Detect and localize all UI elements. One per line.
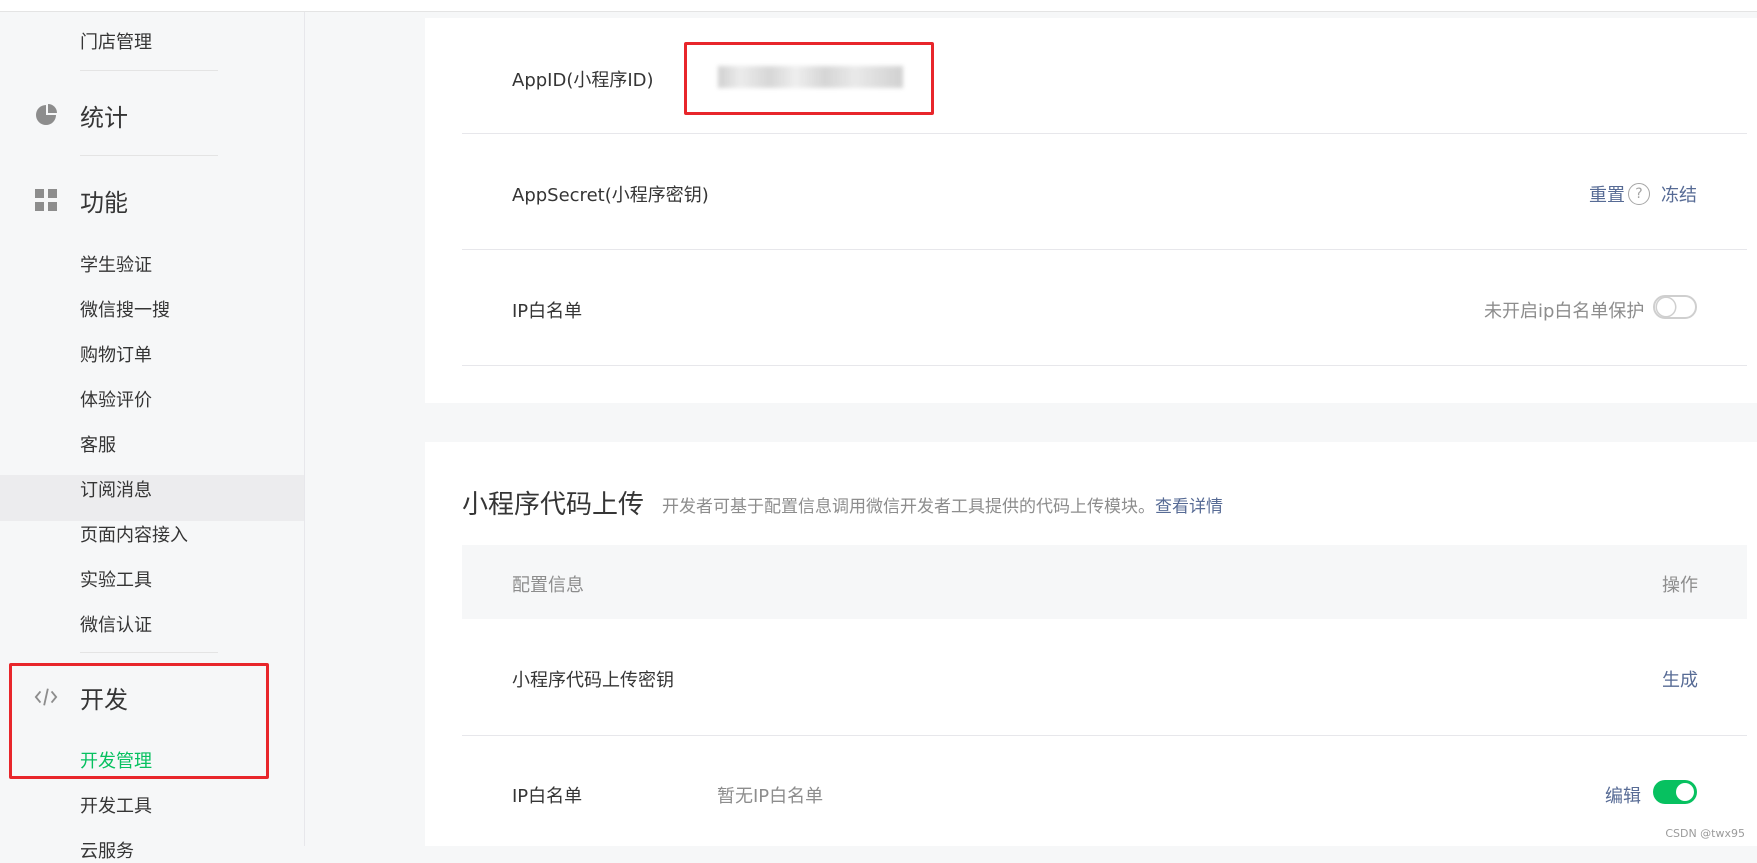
freeze-link[interactable]: 冻结 [1661, 181, 1697, 207]
appsecret-label: AppSecret(小程序密钥) [512, 181, 709, 207]
sidebar-group-stats[interactable]: 统计 [34, 95, 128, 135]
sidebar-group-label: 功能 [80, 183, 128, 218]
sidebar-item-page-content-access[interactable]: 页面内容接入 [80, 521, 188, 547]
row-divider [462, 735, 1747, 736]
reset-link[interactable]: 重置 [1589, 181, 1625, 207]
section-description: 开发者可基于配置信息调用微信开发者工具提供的代码上传模块。查看详情 [662, 492, 1223, 517]
upload-key-label: 小程序代码上传密钥 [512, 666, 674, 692]
sidebar-item-store-management[interactable]: 门店管理 [80, 28, 152, 54]
annotation-box-dev [9, 663, 269, 779]
row-divider [462, 365, 1747, 366]
annotation-box-appid [684, 42, 934, 115]
appid-label: AppID(小程序ID) [512, 66, 654, 92]
sidebar-item-shopping-orders[interactable]: 购物订单 [80, 341, 152, 367]
grid-icon [34, 188, 58, 212]
sidebar-item-experience-rating[interactable]: 体验评价 [80, 386, 152, 412]
section-description-text: 开发者可基于配置信息调用微信开发者工具提供的代码上传模块。 [662, 497, 1155, 517]
row-divider [462, 133, 1747, 134]
sidebar-item-wechat-search[interactable]: 微信搜一搜 [80, 296, 170, 322]
help-icon[interactable]: ? [1628, 183, 1650, 205]
column-action: 操作 [1662, 571, 1698, 597]
edit-link[interactable]: 编辑 [1605, 782, 1641, 808]
sidebar-group-label: 统计 [80, 98, 128, 133]
sidebar-item-cloud-service[interactable]: 云服务 [80, 837, 134, 863]
column-config-info: 配置信息 [512, 571, 584, 597]
view-details-link[interactable]: 查看详情 [1155, 497, 1223, 517]
sidebar-divider [80, 70, 218, 71]
sidebar-item-customer-service[interactable]: 客服 [80, 431, 116, 457]
sidebar-divider [80, 155, 218, 156]
ip-whitelist-label: IP白名单 [512, 297, 582, 323]
generate-link[interactable]: 生成 [1662, 666, 1698, 692]
ip-protect-status: 未开启ip白名单保护 [1484, 297, 1644, 323]
upload-ip-whitelist-value: 暂无IP白名单 [717, 782, 823, 808]
row-divider [462, 249, 1747, 250]
sidebar-item-dev-tools[interactable]: 开发工具 [80, 792, 152, 818]
browser-bookmarks-bar [0, 0, 1757, 12]
sidebar-item-student-verify[interactable]: 学生验证 [80, 251, 152, 277]
sidebar-group-features[interactable]: 功能 [34, 180, 128, 220]
sidebar-item-experiment-tools[interactable]: 实验工具 [80, 566, 152, 592]
sidebar-hover-highlight [0, 475, 304, 521]
toggle-knob [1676, 783, 1694, 801]
section-title: 小程序代码上传 [462, 484, 644, 521]
watermark: CSDN @twx95 [1665, 827, 1745, 840]
toggle-knob [1657, 298, 1675, 316]
sidebar-divider [80, 652, 218, 653]
ip-protect-toggle[interactable] [1653, 295, 1697, 319]
pie-chart-icon [34, 103, 58, 127]
upload-ip-toggle[interactable] [1653, 780, 1697, 804]
sidebar-item-wechat-certification[interactable]: 微信认证 [80, 611, 152, 637]
upload-ip-whitelist-label: IP白名单 [512, 782, 582, 808]
sidebar-item-subscription-messages[interactable]: 订阅消息 [80, 476, 152, 502]
table-header [462, 545, 1747, 619]
